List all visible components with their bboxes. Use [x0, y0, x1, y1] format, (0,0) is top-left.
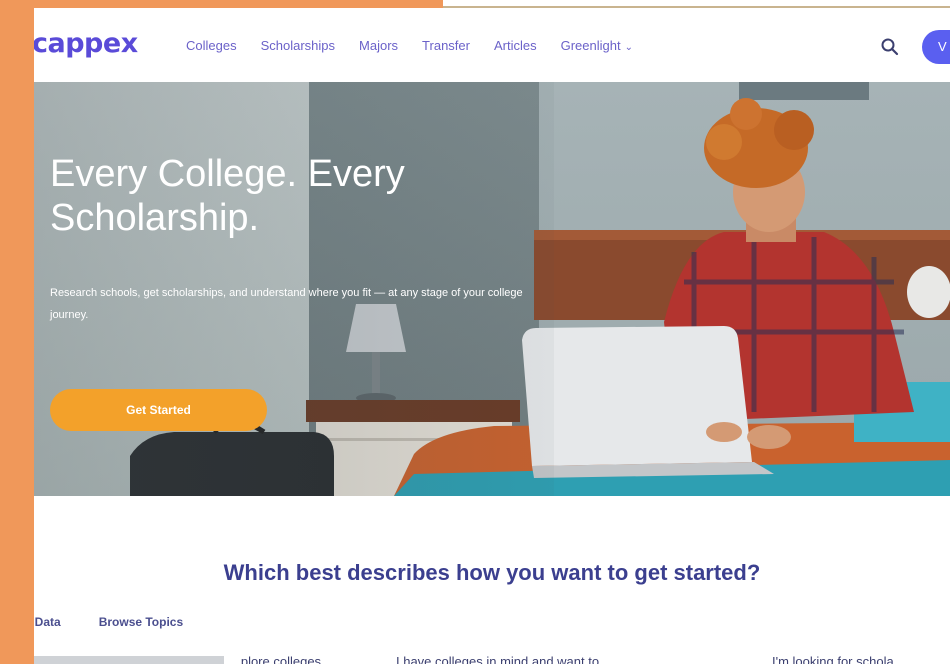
nav-link-colleges[interactable]: Colleges: [186, 38, 237, 53]
chevron-down-icon: ⌄: [624, 42, 633, 53]
nav-link-greenlight-label: Greenlight: [560, 38, 621, 53]
getting-started-question: Which best describes how you want to get…: [223, 560, 761, 585]
tab-browse-topics[interactable]: Browse Topics: [99, 615, 183, 629]
navbar: cappex Colleges Scholarships Majors Tran…: [34, 8, 950, 82]
get-started-button[interactable]: Get Started: [50, 389, 267, 431]
nav-link-articles[interactable]: Articles: [494, 38, 537, 53]
hero-subtitle: Research schools, get scholarships, and …: [50, 287, 523, 321]
option-card-explore[interactable]: ...plore colleges: [230, 654, 321, 664]
topic-tabs: l Data Browse Topics: [34, 615, 221, 629]
nav-links: Colleges Scholarships Majors Transfer Ar…: [186, 38, 657, 53]
tab-data[interactable]: l Data: [34, 615, 61, 629]
frame-left-border: [0, 0, 34, 664]
nav-link-majors[interactable]: Majors: [359, 38, 398, 53]
option-card-scholarships[interactable]: I'm looking for schola...: [772, 654, 905, 664]
frame-top-border-accent: [0, 0, 443, 8]
nav-link-transfer[interactable]: Transfer: [422, 38, 470, 53]
search-icon[interactable]: [880, 37, 900, 57]
nav-link-greenlight[interactable]: Greenlight ⌄: [561, 38, 633, 53]
nav-cta-button[interactable]: V: [922, 30, 950, 64]
logo[interactable]: cappex: [34, 28, 138, 59]
option-card-have-colleges[interactable]: I have colleges in mind and want to: [396, 654, 599, 664]
option-card-image: [34, 656, 224, 664]
hero: Every College. Every Scholarship. Resear…: [34, 82, 950, 496]
hero-title: Every College. Every Scholarship.: [50, 153, 405, 239]
frame-top-border-light: [443, 0, 950, 6]
page: cappex Colleges Scholarships Majors Tran…: [34, 8, 950, 664]
nav-link-scholarships[interactable]: Scholarships: [261, 38, 335, 53]
option-cards: ...plore colleges I have colleges in min…: [34, 654, 950, 664]
